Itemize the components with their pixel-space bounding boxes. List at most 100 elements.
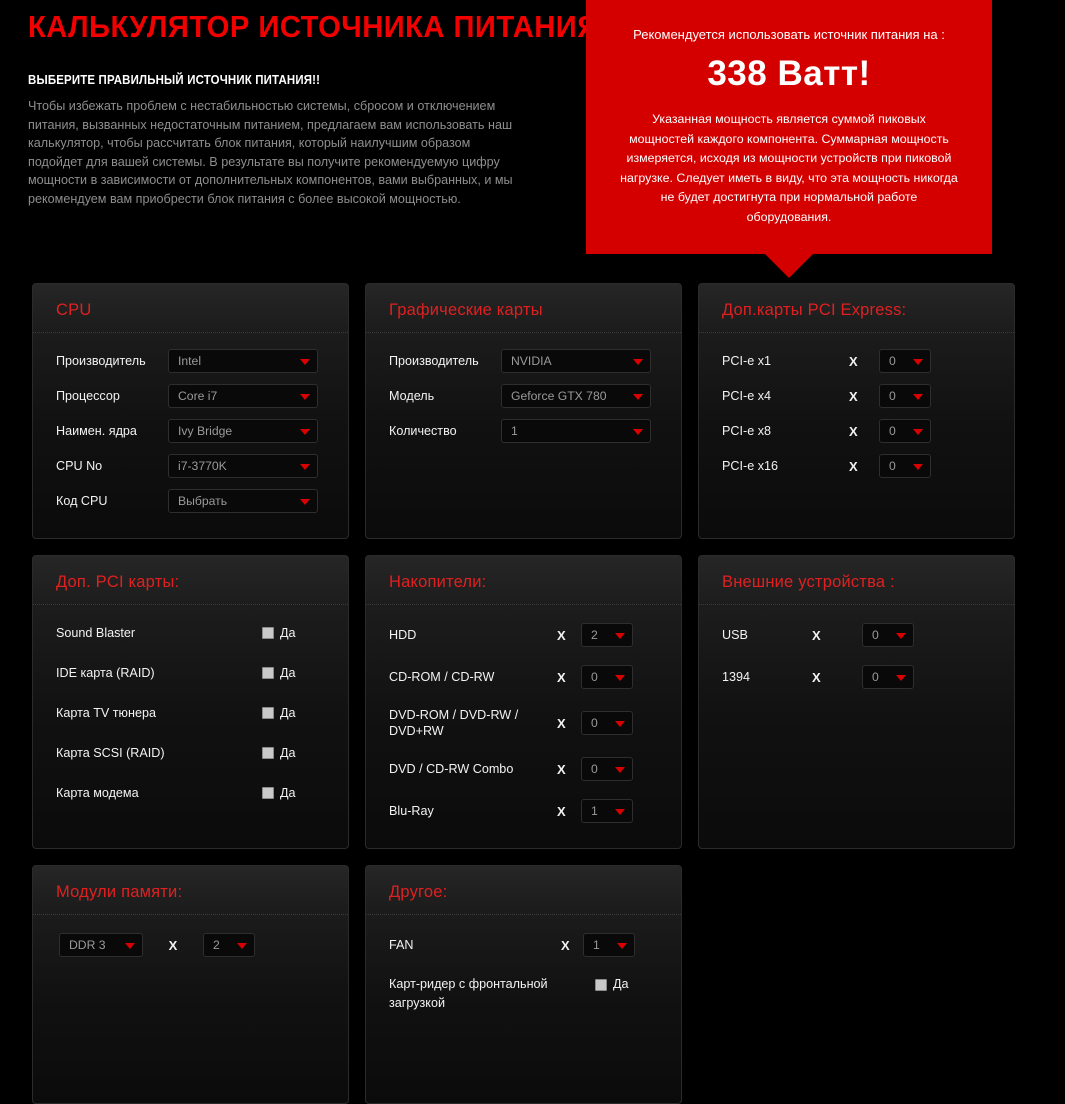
cpu-core-name-select[interactable]: Ivy Bridge <box>168 419 318 443</box>
field-row: Производитель Intel <box>56 349 330 373</box>
fan-quantity-select[interactable]: 1 <box>583 933 635 957</box>
field-row: PCI-e x4 X 0 <box>722 384 996 408</box>
grid-row-2: Доп. PCI карты: Sound Blaster Да IDE кар… <box>32 555 1033 849</box>
bluray-quantity-select[interactable]: 1 <box>581 799 633 823</box>
gpu-manufacturer-select[interactable]: NVIDIA <box>501 349 651 373</box>
multiplier-symbol: X <box>561 937 570 953</box>
field-row: Процессор Core i7 <box>56 384 330 408</box>
field-row: Карта SCSI (RAID) Да <box>56 741 330 765</box>
pcie-x16-quantity-select[interactable]: 0 <box>879 454 931 478</box>
multiplier-symbol: X <box>168 937 178 953</box>
cpu-code-select[interactable]: Выбрать <box>168 489 318 513</box>
result-note-text: Указанная мощность является суммой пиков… <box>620 112 958 224</box>
gpu-quantity-select[interactable]: 1 <box>501 419 651 443</box>
field-row: Модель Geforce GTX 780 <box>389 384 663 408</box>
select-value: 1 <box>511 424 518 438</box>
multiplier-symbol: X <box>557 715 566 731</box>
select-value: 2 <box>591 628 598 642</box>
field-label: Blu-Ray <box>389 804 434 818</box>
field-label: PCI-e x16 <box>722 459 778 473</box>
panel-storage: Накопители: HDD X 2 CD-ROM / CD-RW X 0 D… <box>365 555 682 849</box>
select-value: 1 <box>593 938 600 952</box>
hdd-quantity-select[interactable]: 2 <box>581 623 633 647</box>
panel-pci-express: Доп.карты PCI Express: PCI-e x1 X 0 PCI-… <box>698 283 1015 539</box>
intro-paragraph: Чтобы избежать проблем с нестабильностью… <box>28 99 513 206</box>
select-value: DDR 3 <box>69 938 106 952</box>
panel-memory-modules: Модули памяти: DDR 3 X 2 <box>32 865 349 1104</box>
select-value: 0 <box>591 762 598 776</box>
field-row: Карт-ридер с фронтальной загрузкой Да <box>389 975 663 1013</box>
panel-body-cpu: Производитель Intel Процессор Core i7 На… <box>33 333 348 528</box>
calculator-grid: CPU Производитель Intel Процессор Core i… <box>32 283 1033 1104</box>
field-label: DVD / CD-RW Combo <box>389 762 514 776</box>
field-label: IDE карта (RAID) <box>56 666 155 680</box>
field-label: FAN <box>389 938 414 952</box>
select-value: 0 <box>872 628 879 642</box>
panel-graphics-cards: Графические карты Производитель NVIDIA М… <box>365 283 682 539</box>
scsi-raid-card-checkbox[interactable] <box>262 747 274 759</box>
field-label: Наимен. ядра <box>56 424 137 438</box>
field-label: 1394 <box>722 670 751 684</box>
pcie-x8-quantity-select[interactable]: 0 <box>879 419 931 443</box>
cpu-processor-select[interactable]: Core i7 <box>168 384 318 408</box>
field-row: PCI-e x1 X 0 <box>722 349 996 373</box>
select-value: Core i7 <box>178 389 218 403</box>
select-value: Ivy Bridge <box>178 424 233 438</box>
panel-cpu: CPU Производитель Intel Процессор Core i… <box>32 283 349 539</box>
panel-title-memory: Модули памяти: <box>33 866 348 915</box>
psu-calculator-page: КАЛЬКУЛЯТОР ИСТОЧНИКА ПИТАНИЯ ВЫБЕРИТЕ П… <box>0 0 1065 1104</box>
cpu-manufacturer-select[interactable]: Intel <box>168 349 318 373</box>
page-title: КАЛЬКУЛЯТОР ИСТОЧНИКА ПИТАНИЯ <box>28 9 599 44</box>
multiplier-symbol: X <box>849 458 858 474</box>
field-row: Наимен. ядра Ivy Bridge <box>56 419 330 443</box>
field-label: USB <box>722 628 748 642</box>
multiplier-symbol: X <box>849 353 858 369</box>
panel-title-cpu: CPU <box>33 284 348 333</box>
panel-body-pci-cards: Sound Blaster Да IDE карта (RAID) Да Кар… <box>33 605 348 820</box>
tv-tuner-card-checkbox[interactable] <box>262 707 274 719</box>
field-row: DVD-ROM / DVD-RW / DVD+RW X 0 <box>389 707 663 739</box>
select-value: 2 <box>213 938 220 952</box>
multiplier-symbol: X <box>849 388 858 404</box>
select-value: Выбрать <box>178 494 228 508</box>
multiplier-symbol: X <box>812 669 821 685</box>
field-row: CD-ROM / CD-RW X 0 <box>389 665 663 689</box>
sound-blaster-checkbox[interactable] <box>262 627 274 639</box>
select-value: 0 <box>591 670 598 684</box>
result-wattage: 338 Ватт! <box>707 54 871 93</box>
dvdrom-quantity-select[interactable]: 0 <box>581 711 633 735</box>
field-label: PCI-e x4 <box>722 389 771 403</box>
checkbox-yes-label: Да <box>280 626 296 640</box>
field-label: Процессор <box>56 389 120 403</box>
field-row: HDD X 2 <box>389 623 663 647</box>
select-value: Intel <box>178 354 202 368</box>
select-value: 1 <box>591 804 598 818</box>
cdrom-quantity-select[interactable]: 0 <box>581 665 633 689</box>
checkbox-yes-label: Да <box>280 666 296 680</box>
select-value: 0 <box>889 354 896 368</box>
ide-raid-card-checkbox[interactable] <box>262 667 274 679</box>
dvd-cdrw-combo-quantity-select[interactable]: 0 <box>581 757 633 781</box>
front-card-reader-checkbox[interactable] <box>595 979 607 991</box>
field-row: Blu-Ray X 1 <box>389 799 663 823</box>
pcie-x1-quantity-select[interactable]: 0 <box>879 349 931 373</box>
field-row: USB X 0 <box>722 623 996 647</box>
field-label: Карта модема <box>56 786 139 800</box>
multiplier-symbol: X <box>557 627 566 643</box>
panel-other: Другое: FAN X 1 Карт-ридер с фронтальной… <box>365 865 682 1104</box>
field-label: Карт-ридер с фронтальной загрузкой <box>389 977 548 1010</box>
modem-card-checkbox[interactable] <box>262 787 274 799</box>
usb-quantity-select[interactable]: 0 <box>862 623 914 647</box>
cpu-number-select[interactable]: i7-3770K <box>168 454 318 478</box>
panel-external-devices: Внешние устройства : USB X 0 1394 X 0 <box>698 555 1015 849</box>
firewire-1394-quantity-select[interactable]: 0 <box>862 665 914 689</box>
gpu-model-select[interactable]: Geforce GTX 780 <box>501 384 651 408</box>
multiplier-symbol: X <box>849 423 858 439</box>
memory-quantity-select[interactable]: 2 <box>203 933 255 957</box>
memory-type-select[interactable]: DDR 3 <box>59 933 143 957</box>
field-row: Sound Blaster Да <box>56 621 330 645</box>
panel-body-graphics: Производитель NVIDIA Модель Geforce GTX … <box>366 333 681 458</box>
pcie-x4-quantity-select[interactable]: 0 <box>879 384 931 408</box>
field-label: PCI-e x1 <box>722 354 771 368</box>
panel-placeholder-empty <box>698 865 1015 1104</box>
